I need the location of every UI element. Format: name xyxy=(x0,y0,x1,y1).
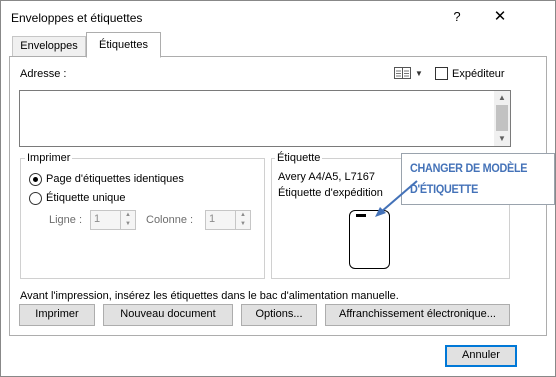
scroll-down-icon[interactable]: ▼ xyxy=(494,132,510,146)
chevron-down-icon[interactable]: ▼ xyxy=(415,69,423,78)
tab-envelopes[interactable]: Enveloppes xyxy=(12,36,86,58)
column-value: 1 xyxy=(209,213,216,225)
radio-selected-dot xyxy=(33,177,38,182)
cancel-button[interactable]: Annuler xyxy=(445,345,517,367)
label-group-label: Étiquette xyxy=(275,152,323,164)
label-product[interactable]: Avery A4/A5, L7167 xyxy=(278,171,375,183)
callout-line-2: D'ÉTIQUETTE xyxy=(410,182,479,196)
close-button[interactable]: ✕ xyxy=(485,7,515,27)
label-type[interactable]: Étiquette d'expédition xyxy=(278,187,383,199)
callout-arrow-icon xyxy=(375,180,418,217)
print-button[interactable]: Imprimer xyxy=(19,304,95,326)
column-label: Colonne : xyxy=(146,214,194,226)
tab-labels[interactable]: Étiquettes xyxy=(86,32,161,58)
dialog-title: Enveloppes et étiquettes xyxy=(11,11,143,25)
help-button[interactable]: ? xyxy=(445,7,469,27)
address-label: Adresse : xyxy=(20,68,67,80)
spin-up-icon[interactable]: ▲ xyxy=(235,211,250,220)
address-book-icon[interactable] xyxy=(394,67,411,79)
options-button[interactable]: Options... xyxy=(241,304,317,326)
spin-up-icon[interactable]: ▲ xyxy=(120,211,135,220)
radio-single-label-text: Étiquette unique xyxy=(46,192,126,204)
radio-single-label[interactable] xyxy=(29,192,42,205)
envelopes-labels-dialog: Enveloppes et étiquettes ? ✕ Enveloppes … xyxy=(0,0,556,377)
title-bar: Enveloppes et étiquettes ? ✕ xyxy=(1,1,555,33)
row-value: 1 xyxy=(94,213,101,225)
callout-text: CHANGER DE MODÈLE D'ÉTIQUETTE xyxy=(410,158,527,200)
sender-label: Expéditeur xyxy=(452,68,505,80)
address-scrollbar[interactable]: ▲ ▼ xyxy=(494,91,510,146)
spin-down-icon[interactable]: ▼ xyxy=(120,220,135,229)
callout-line-1: CHANGER DE MODÈLE xyxy=(410,161,528,175)
annotation-callout: CHANGER DE MODÈLE D'ÉTIQUETTE xyxy=(401,153,555,205)
instruction-text: Avant l'impression, insérez les étiquett… xyxy=(20,290,399,302)
scroll-up-icon[interactable]: ▲ xyxy=(494,91,510,105)
column-spinner[interactable]: 1 ▲ ▼ xyxy=(205,210,251,230)
print-group-label: Imprimer xyxy=(25,152,73,164)
label-preview-header xyxy=(356,214,366,217)
new-document-button[interactable]: Nouveau document xyxy=(103,304,233,326)
row-label: Ligne : xyxy=(49,214,83,226)
address-textarea[interactable]: ▲ ▼ xyxy=(19,90,511,147)
spin-down-icon[interactable]: ▼ xyxy=(235,220,250,229)
radio-full-page-label: Page d'étiquettes identiques xyxy=(46,173,184,185)
scroll-thumb[interactable] xyxy=(496,105,508,131)
electronic-postage-button[interactable]: Affranchissement électronique... xyxy=(325,304,510,326)
row-spinner[interactable]: 1 ▲ ▼ xyxy=(90,210,136,230)
sender-checkbox[interactable] xyxy=(435,67,448,80)
radio-full-page[interactable] xyxy=(29,173,42,186)
